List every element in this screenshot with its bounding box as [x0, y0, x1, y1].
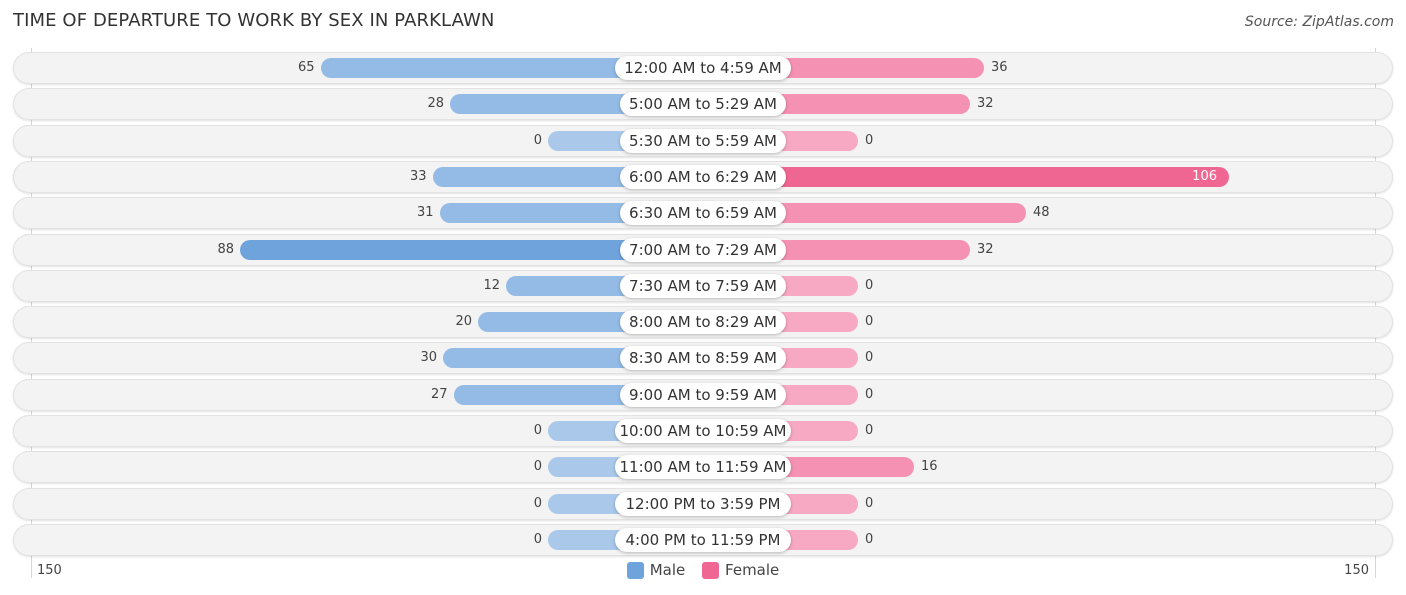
value-label-male: 28 — [427, 96, 444, 112]
category-label: 7:00 AM to 7:29 AM — [620, 237, 786, 262]
category-label: 12:00 AM to 4:59 AM — [615, 56, 791, 80]
chart-title: TIME OF DEPARTURE TO WORK BY SEX IN PARK… — [13, 10, 495, 31]
value-label-female: 0 — [865, 531, 874, 547]
value-label-male: 0 — [533, 423, 542, 438]
value-label-male: 30 — [420, 350, 437, 366]
legend-swatch-female — [702, 561, 720, 579]
category-label: 8:00 AM to 8:29 AM — [620, 310, 786, 335]
legend: Male Female — [0, 561, 1406, 583]
category-label: 10:00 AM to 10:59 AM — [615, 419, 791, 443]
value-label-male: 27 — [430, 386, 448, 402]
value-label-female: 36 — [991, 60, 1008, 75]
value-label-female: 106 — [1192, 168, 1217, 184]
category-label: 4:00 PM to 11:59 PM — [615, 527, 791, 552]
legend-label-male: Male — [649, 561, 686, 579]
value-label-female: 0 — [865, 495, 874, 511]
value-label-male: 12 — [483, 277, 500, 293]
category-label: 6:00 AM to 6:29 AM — [620, 164, 786, 189]
legend-label-female: Female — [725, 561, 780, 579]
value-label-male: 33 — [409, 168, 427, 184]
chart: TIME OF DEPARTURE TO WORK BY SEX IN PARK… — [0, 0, 1406, 595]
value-label-female: 0 — [865, 314, 874, 330]
value-label-female: 0 — [865, 277, 874, 293]
value-label-female: 16 — [921, 459, 938, 475]
category-label: 9:00 AM to 9:59 AM — [620, 382, 786, 407]
category-label: 11:00 AM to 11:59 AM — [615, 455, 791, 480]
legend-item-female[interactable]: Female — [702, 561, 779, 579]
legend-item-male[interactable]: Male — [626, 561, 686, 579]
value-label-female: 32 — [977, 96, 994, 112]
value-label-female: 0 — [865, 386, 874, 402]
category-label: 6:30 AM to 6:59 AM — [620, 201, 786, 226]
value-label-male: 0 — [533, 495, 542, 511]
value-label-male: 88 — [217, 241, 234, 257]
category-label: 7:30 AM to 7:59 AM — [620, 273, 786, 298]
value-label-male: 31 — [416, 205, 434, 221]
value-label-male: 65 — [297, 60, 315, 75]
source-label: Source: ZipAtlas.com — [1244, 14, 1394, 30]
value-label-male: 0 — [533, 531, 542, 547]
value-label-female: 32 — [977, 241, 994, 257]
value-label-female: 0 — [865, 350, 874, 366]
category-label: 5:30 AM to 5:59 AM — [620, 128, 786, 153]
category-label: 8:30 AM to 8:59 AM — [620, 346, 786, 371]
value-label-male: 20 — [455, 314, 472, 330]
value-label-male: 0 — [533, 459, 542, 475]
category-label: 5:00 AM to 5:29 AM — [620, 92, 786, 117]
legend-swatch-male — [626, 561, 644, 579]
category-label: 12:00 PM to 3:59 PM — [615, 491, 791, 516]
value-label-female: 48 — [1033, 205, 1050, 221]
value-label-female: 0 — [865, 423, 874, 438]
value-label-male: 0 — [533, 132, 542, 148]
value-label-female: 0 — [865, 132, 874, 148]
